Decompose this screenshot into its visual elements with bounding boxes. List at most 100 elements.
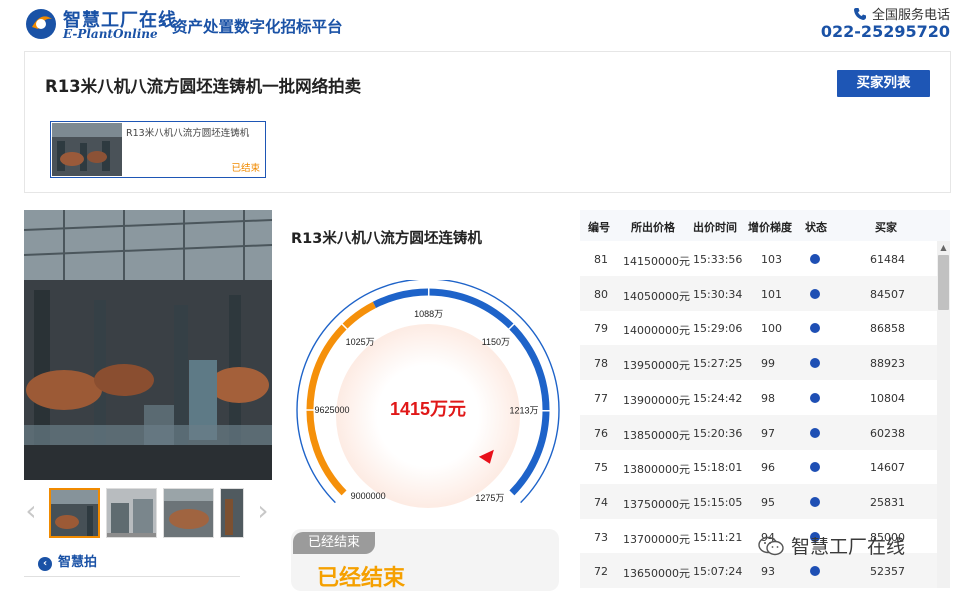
cell-time: 15:20:36 bbox=[693, 427, 742, 440]
status-dot-icon bbox=[810, 462, 820, 472]
brand-link[interactable]: ‹智慧拍 bbox=[38, 551, 97, 571]
cell-buyer: 14607 bbox=[870, 461, 905, 474]
lot-card-status: 已结束 bbox=[231, 160, 260, 174]
buyer-list-button[interactable]: 买家列表 bbox=[837, 70, 930, 97]
site-header: 智慧工厂在线 E-PlantOnline 资产处置数字化招标平台 全国服务电话 … bbox=[0, 0, 976, 48]
thumbnail[interactable] bbox=[106, 488, 157, 538]
factory-photo-thumb bbox=[164, 489, 214, 538]
status-dot-icon bbox=[810, 323, 820, 333]
cell-no: 74 bbox=[594, 496, 608, 509]
logo-text-en[interactable]: E-PlantOnline bbox=[63, 27, 158, 41]
cell-price: 14050000元 bbox=[623, 288, 690, 304]
thumbnail[interactable] bbox=[163, 488, 214, 538]
col-header-buyer: 买家 bbox=[875, 219, 897, 235]
cell-time: 15:15:05 bbox=[693, 496, 742, 509]
cell-step: 95 bbox=[761, 496, 775, 509]
scroll-up-arrow[interactable]: ▲ bbox=[937, 243, 950, 253]
table-row: 7914000000元15:29:0610086858 bbox=[580, 310, 937, 345]
wechat-watermark: 智慧工厂在线 bbox=[757, 532, 905, 559]
status-dot-icon bbox=[810, 393, 820, 403]
cell-price: 13950000元 bbox=[623, 357, 690, 373]
cell-buyer: 10804 bbox=[870, 392, 905, 405]
status-tag: 已经结束 bbox=[293, 532, 375, 554]
cell-buyer: 25831 bbox=[870, 496, 905, 509]
cell-step: 101 bbox=[761, 288, 782, 301]
lot-card-name: R13米八机八流方圆坯连铸机 bbox=[126, 125, 249, 139]
cell-time: 15:33:56 bbox=[693, 253, 742, 266]
auction-status-panel: 已经结束 已经结束 bbox=[291, 529, 559, 591]
cell-no: 72 bbox=[594, 565, 608, 578]
col-header-price: 所出价格 bbox=[631, 219, 675, 235]
col-header-time: 出价时间 bbox=[693, 219, 737, 235]
cell-buyer: 86858 bbox=[870, 322, 905, 335]
status-dot-icon bbox=[810, 358, 820, 368]
cell-price: 13900000元 bbox=[623, 392, 690, 408]
lot-item-card[interactable]: R13米八机八流方圆坯连铸机 已结束 bbox=[50, 121, 266, 178]
item-name: R13米八机八流方圆坯连铸机 bbox=[291, 227, 482, 248]
cell-no: 76 bbox=[594, 427, 608, 440]
status-text: 已经结束 bbox=[317, 560, 405, 592]
cell-step: 99 bbox=[761, 357, 775, 370]
cell-step: 93 bbox=[761, 565, 775, 578]
factory-photo bbox=[24, 210, 272, 480]
thumbnail-strip: ‹ › bbox=[24, 486, 272, 536]
table-row: 7713900000元15:24:429810804 bbox=[580, 380, 937, 415]
slogan-dot bbox=[162, 22, 166, 26]
factory-photo-thumb bbox=[107, 489, 157, 538]
brand-link-text: 智慧拍 bbox=[58, 555, 97, 570]
price-gauge: 900000096250001025万1088万1150万1213万1275万1… bbox=[284, 280, 572, 510]
cell-price: 13700000元 bbox=[623, 531, 690, 547]
logo-icon[interactable] bbox=[24, 7, 58, 41]
cell-time: 15:18:01 bbox=[693, 461, 742, 474]
cell-step: 103 bbox=[761, 253, 782, 266]
scrollbar[interactable]: ▲ bbox=[937, 241, 950, 588]
hotline-number: 022-25295720 bbox=[821, 22, 950, 41]
cell-step: 96 bbox=[761, 461, 775, 474]
gauge-tick-label: 1025万 bbox=[346, 337, 375, 347]
thumbnail[interactable] bbox=[49, 488, 100, 538]
col-header-step: 增价梯度 bbox=[748, 219, 792, 235]
status-dot-icon bbox=[810, 254, 820, 264]
cell-buyer: 61484 bbox=[870, 253, 905, 266]
thumb-next-button[interactable]: › bbox=[256, 494, 270, 528]
status-dot-icon bbox=[810, 289, 820, 299]
gauge-tick-label: 1213万 bbox=[509, 406, 538, 416]
col-header-status: 状态 bbox=[805, 219, 827, 235]
cell-price: 13800000元 bbox=[623, 461, 690, 477]
thumb-prev-button[interactable]: ‹ bbox=[24, 494, 38, 528]
site-slogan: 资产处置数字化招标平台 bbox=[172, 15, 343, 37]
table-header: 编号 所出价格 出价时间 增价梯度 状态 买家 bbox=[580, 210, 950, 241]
cell-price: 14000000元 bbox=[623, 322, 690, 338]
divider bbox=[24, 576, 240, 577]
cell-no: 80 bbox=[594, 288, 608, 301]
cell-time: 15:29:06 bbox=[693, 322, 742, 335]
wechat-icon bbox=[757, 535, 785, 557]
lot-title: R13米八机八流方圆坯连铸机一批网络拍卖 bbox=[45, 73, 361, 97]
hotline-label-text: 全国服务电话 bbox=[872, 8, 950, 23]
cell-time: 15:07:24 bbox=[693, 565, 742, 578]
table-row: 7613850000元15:20:369760238 bbox=[580, 415, 937, 450]
cell-no: 78 bbox=[594, 357, 608, 370]
factory-photo-thumb bbox=[221, 489, 244, 538]
thumbnail[interactable] bbox=[220, 488, 244, 538]
status-dot-icon bbox=[810, 497, 820, 507]
status-dot-icon bbox=[810, 428, 820, 438]
cell-buyer: 52357 bbox=[870, 565, 905, 578]
cell-no: 81 bbox=[594, 253, 608, 266]
gauge-tick-label: 1150万 bbox=[482, 337, 510, 347]
scrollbar-thumb[interactable] bbox=[938, 255, 949, 310]
gauge-tick-label: 1088万 bbox=[414, 309, 443, 319]
factory-photo-thumb bbox=[51, 490, 100, 538]
main-product-photo[interactable] bbox=[24, 210, 272, 480]
cell-price: 13850000元 bbox=[623, 427, 690, 443]
cell-step: 97 bbox=[761, 427, 775, 440]
cell-time: 15:27:25 bbox=[693, 357, 742, 370]
table-row: 7413750000元15:15:059525831 bbox=[580, 484, 937, 519]
cell-no: 75 bbox=[594, 461, 608, 474]
table-row: 8114150000元15:33:5610361484 bbox=[580, 241, 937, 276]
cell-buyer: 88923 bbox=[870, 357, 905, 370]
phone-icon bbox=[853, 7, 867, 21]
status-dot-icon bbox=[810, 566, 820, 576]
lot-card-thumbnail bbox=[52, 123, 122, 176]
lot-header-panel: R13米八机八流方圆坯连铸机一批网络拍卖 买家列表 R13米八机八流方圆坯连铸机… bbox=[24, 51, 951, 193]
